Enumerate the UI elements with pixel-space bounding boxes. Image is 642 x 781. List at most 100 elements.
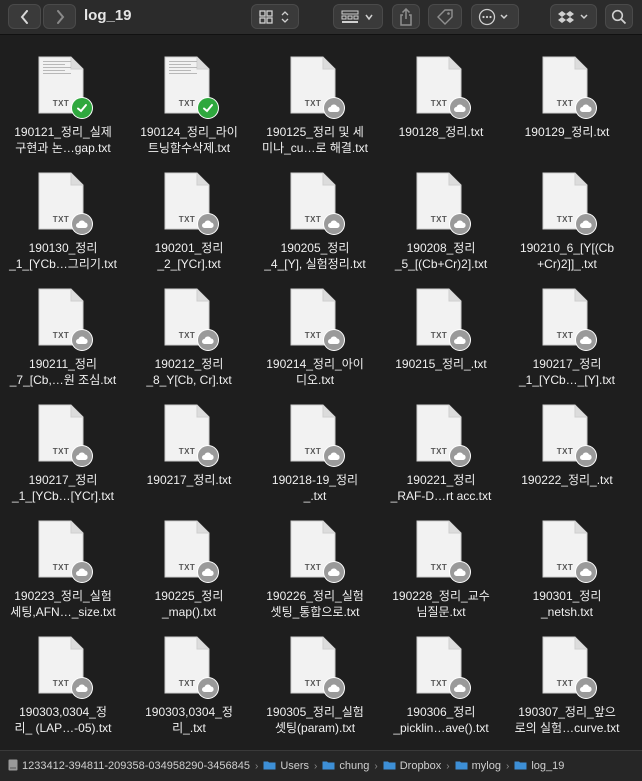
text-document-icon: TXT — [290, 172, 344, 234]
file-item[interactable]: TXT 190306_정리 _picklin…ave().txt — [378, 620, 504, 736]
file-item[interactable]: TXT 190307_정리_앞으 로의 실험…curve.txt — [504, 620, 630, 736]
file-item[interactable]: TXT 190303,0304_정 리_ (LAP…-05).txt — [0, 620, 126, 736]
file-name-line2: 트닝함수삭제.txt — [147, 141, 231, 155]
tags-button[interactable] — [428, 4, 462, 29]
view-mode-button[interactable] — [251, 4, 299, 29]
file-item[interactable]: TXT 190305_정리_실험 셋팅(param).txt — [252, 620, 378, 736]
text-document-icon: TXT — [416, 288, 470, 350]
action-menu-button[interactable] — [471, 4, 519, 29]
path-segment[interactable]: 1233412-394811-209358-034958290-3456845 — [8, 759, 250, 774]
file-name-line2: +Cr)2]]_.txt — [537, 257, 597, 271]
file-name: 190205_정리 _4_[Y], 실험정리.txt — [253, 240, 377, 272]
dropbox-button[interactable] — [550, 4, 597, 29]
file-item[interactable]: TXT 190124_정리_라이 트닝함수삭제.txt — [126, 40, 252, 156]
search-icon — [611, 9, 627, 24]
text-document-icon: TXT — [290, 404, 344, 466]
file-item[interactable]: TXT 190130_정리 _1_[YCb…그리기.txt — [0, 156, 126, 272]
file-item[interactable]: TXT 190223_정리_실험 세팅,AFN…_size.txt — [0, 504, 126, 620]
cloud-icon — [324, 214, 344, 234]
cloud-icon — [198, 214, 218, 234]
file-item[interactable]: TXT 190303,0304_정 리_.txt — [126, 620, 252, 736]
file-name-line1: 190217_정리 — [28, 473, 98, 487]
share-button[interactable] — [392, 4, 420, 29]
file-item[interactable]: TXT 190221_정리 _RAF-D…rt acc.txt — [378, 388, 504, 504]
file-item[interactable]: TXT 190201_정리 _2_[YCr].txt — [126, 156, 252, 272]
file-name-line1: 190214_정리_아이 — [266, 357, 364, 371]
file-item[interactable]: TXT 190205_정리 _4_[Y], 실험정리.txt — [252, 156, 378, 272]
file-item[interactable]: TXT 190225_정리 _map().txt — [126, 504, 252, 620]
cloud-icon — [198, 562, 218, 582]
file-item[interactable]: TXT 190208_정리 _5_[(Cb+Cr)2].txt — [378, 156, 504, 272]
file-item[interactable]: TXT 190121_정리_실제 구현과 논…gap.txt — [0, 40, 126, 156]
toolbar: log_19 — [0, 0, 642, 35]
text-document-icon: TXT — [164, 56, 218, 118]
folder-icon — [383, 760, 400, 773]
file-name-line1: 190212_정리 — [154, 357, 224, 371]
cloud-icon — [72, 446, 92, 466]
group-by-button[interactable] — [333, 4, 383, 29]
text-document-icon: TXT — [164, 520, 218, 582]
chevron-right-icon — [56, 9, 64, 24]
text-document-icon: TXT — [290, 636, 344, 698]
path-separator: › — [446, 760, 450, 772]
folder-icon — [514, 760, 531, 773]
file-name-line2: 리_ (LAP…-05).txt — [14, 721, 112, 735]
file-name: 190221_정리 _RAF-D…rt acc.txt — [379, 472, 503, 504]
file-name: 190124_정리_라이 트닝함수삭제.txt — [127, 124, 251, 156]
cloud-icon — [450, 330, 470, 350]
file-name-line2: _.txt — [303, 489, 327, 503]
file-name-line1: 190217_정리 — [532, 357, 602, 371]
text-document-icon: TXT — [416, 172, 470, 234]
file-name-line2: _8_Y[Cb, Cr].txt — [146, 373, 232, 387]
path-segment-label: Users — [280, 760, 310, 772]
path-segment[interactable]: Dropbox — [383, 760, 441, 773]
path-segment[interactable]: chung — [322, 760, 369, 773]
file-item[interactable]: TXT 190217_정리 _1_[YCb…_[Y].txt — [504, 272, 630, 388]
cloud-icon — [324, 678, 344, 698]
file-item[interactable]: TXT 190125_정리 및 세 미나_cu…로 해결.txt — [252, 40, 378, 156]
file-name: 190218-19_정리 _.txt — [253, 472, 377, 504]
file-item[interactable]: TXT 190215_정리_.txt — [378, 272, 504, 388]
file-name-line1: 190215_정리_.txt — [395, 357, 487, 371]
file-item[interactable]: TXT 190222_정리_.txt — [504, 388, 630, 504]
file-grid: TXT 190121_정리_실제 구현과 논…gap.txt TXT 190124_정리… — [0, 40, 642, 740]
file-name: 190303,0304_정 리_.txt — [127, 704, 251, 736]
file-item[interactable]: TXT 190301_정리 _netsh.txt — [504, 504, 630, 620]
file-item[interactable]: TXT 190214_정리_아이 디오.txt — [252, 272, 378, 388]
path-segment[interactable]: log_19 — [514, 760, 564, 773]
file-name-line2: 세팅,AFN…_size.txt — [10, 605, 116, 619]
file-item[interactable]: TXT 190212_정리 _8_Y[Cb, Cr].txt — [126, 272, 252, 388]
cloud-icon — [198, 446, 218, 466]
file-name-line1: 190303,0304_정 — [145, 705, 233, 719]
file-item[interactable]: TXT 190129_정리.txt — [504, 40, 630, 156]
file-name-line1: 190226_정리_실험 — [266, 589, 364, 603]
tag-icon — [437, 8, 453, 25]
text-document-icon: TXT — [542, 172, 596, 234]
file-name-line1: 190205_정리 — [280, 241, 350, 255]
text-document-icon: TXT — [416, 404, 470, 466]
path-segment[interactable]: mylog — [455, 760, 501, 773]
forward-button[interactable] — [43, 4, 76, 29]
file-item[interactable]: TXT 190217_정리 _1_[YCb…[YCr].txt — [0, 388, 126, 504]
file-item[interactable]: TXT 190210_6_[Y[(Cb +Cr)2]]_.txt — [504, 156, 630, 272]
back-button[interactable] — [8, 4, 41, 29]
file-name-line2: 미나_cu…로 해결.txt — [262, 141, 368, 155]
search-button[interactable] — [605, 4, 633, 29]
cloud-icon — [450, 98, 470, 118]
file-item[interactable]: TXT 190211_정리 _7_[Cb,…원 조심.txt — [0, 272, 126, 388]
file-item[interactable]: TXT 190217_정리.txt — [126, 388, 252, 504]
file-item[interactable]: TXT 190228_정리_교수 님질문.txt — [378, 504, 504, 620]
text-document-icon: TXT — [290, 288, 344, 350]
path-separator: › — [374, 760, 378, 772]
file-item[interactable]: TXT 190128_정리.txt — [378, 40, 504, 156]
cloud-icon — [324, 98, 344, 118]
path-separator: › — [314, 760, 318, 772]
cloud-icon — [576, 214, 596, 234]
file-item[interactable]: TXT 190226_정리_실험 셋팅_통합으로.txt — [252, 504, 378, 620]
path-segment[interactable]: Users — [263, 760, 309, 773]
cloud-icon — [324, 562, 344, 582]
file-name: 190306_정리 _picklin…ave().txt — [379, 704, 503, 736]
file-item[interactable]: TXT 190218-19_정리 _.txt — [252, 388, 378, 504]
file-name: 190307_정리_앞으 로의 실험…curve.txt — [505, 704, 629, 736]
file-name: 190211_정리 _7_[Cb,…원 조심.txt — [1, 356, 125, 388]
